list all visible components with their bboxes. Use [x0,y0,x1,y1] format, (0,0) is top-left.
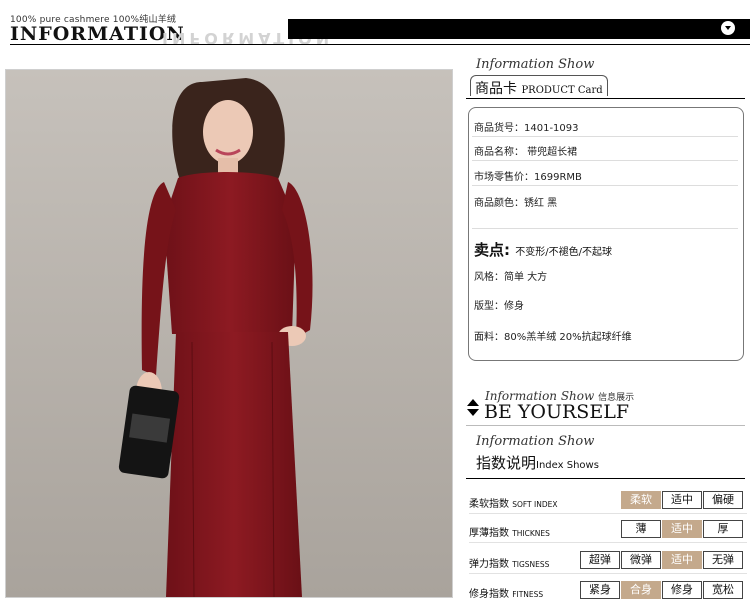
product-photo [5,69,453,598]
index-options: 柔软 适中 偏硬 [621,491,743,509]
info-row-style: 风格：简单 大方 [474,272,548,283]
index-option: 偏硬 [703,491,743,509]
index-option: 柔软 [621,491,661,509]
card-script-title: Information Show [476,57,595,72]
header-bar [288,19,750,39]
selling-point: 卖点: 不变形/不褪色/不起球 [474,239,612,260]
index-option: 适中 [662,520,702,538]
index-option: 合身 [621,581,661,599]
index-options: 紧身 合身 修身 宽松 [580,581,743,599]
divider [469,573,747,574]
info-row-name: 商品名称： 带兜超长裙 [474,147,578,158]
divider [472,228,738,229]
selling-point-text: 不变形/不褪色/不起球 [515,247,612,258]
info-row-fabric: 面料：80%羔羊绒 20%抗起球纤维 [474,332,632,343]
index-option: 超弹 [580,551,620,569]
index-label: 修身指数 FITNESS [469,589,544,600]
be-yourself-title: BE YOURSELF [484,401,629,423]
down-arrow-icon [721,21,735,35]
divider [469,542,747,543]
info-row-price: 市场零售价：1699RMB [474,172,582,183]
index-row-thickness: 厚薄指数 THICKNES 薄 适中 厚 [469,520,747,543]
card-rule [466,98,745,99]
index-option: 紧身 [580,581,620,599]
index-option: 宽松 [703,581,743,599]
index-option: 厚 [703,520,743,538]
card-tab-cn: 商品卡 [475,81,517,97]
info-row-sku: 商品货号：1401-1093 [474,123,579,134]
index-options: 薄 适中 厚 [621,520,743,538]
selling-point-label: 卖点: [474,241,510,259]
index-script-title: Information Show [476,434,595,449]
divider [469,513,747,514]
brand-title: INFORMATION [10,23,185,45]
index-options: 超弹 微弹 适中 无弹 [580,551,743,569]
diamond-icon [466,399,480,421]
index-option: 适中 [662,491,702,509]
index-title: 指数说明Index Shows [476,452,599,473]
index-title-cn: 指数说明 [476,454,537,472]
index-option: 修身 [662,581,702,599]
card-tab-label: 商品卡 PRODUCT Card [475,78,603,98]
index-rule [466,478,745,479]
index-row-stretch: 弹力指数 TIGSNESS 超弹 微弹 适中 无弹 [469,551,747,574]
index-label: 厚薄指数 THICKNES [469,528,550,539]
index-row-soft: 柔软指数 SOFT INDEX 柔软 适中 偏硬 [469,491,747,514]
divider [472,136,738,137]
card-tab-en: PRODUCT Card [521,85,603,96]
index-option: 无弹 [703,551,743,569]
index-label: 弹力指数 TIGSNESS [469,559,550,570]
info-row-color: 商品颜色：锈红 黑 [474,198,558,209]
index-option: 适中 [662,551,702,569]
divider [472,185,738,186]
divider [466,425,745,426]
info-row-fit: 版型：修身 [474,301,524,312]
index-option: 薄 [621,520,661,538]
index-option: 微弹 [621,551,661,569]
index-label: 柔软指数 SOFT INDEX [469,499,558,510]
index-row-fitness: 修身指数 FITNESS 紧身 合身 修身 宽松 [469,581,747,601]
header-rule [10,44,750,45]
divider [472,160,738,161]
model-illustration [6,70,452,597]
index-title-en: Index Shows [536,460,599,471]
